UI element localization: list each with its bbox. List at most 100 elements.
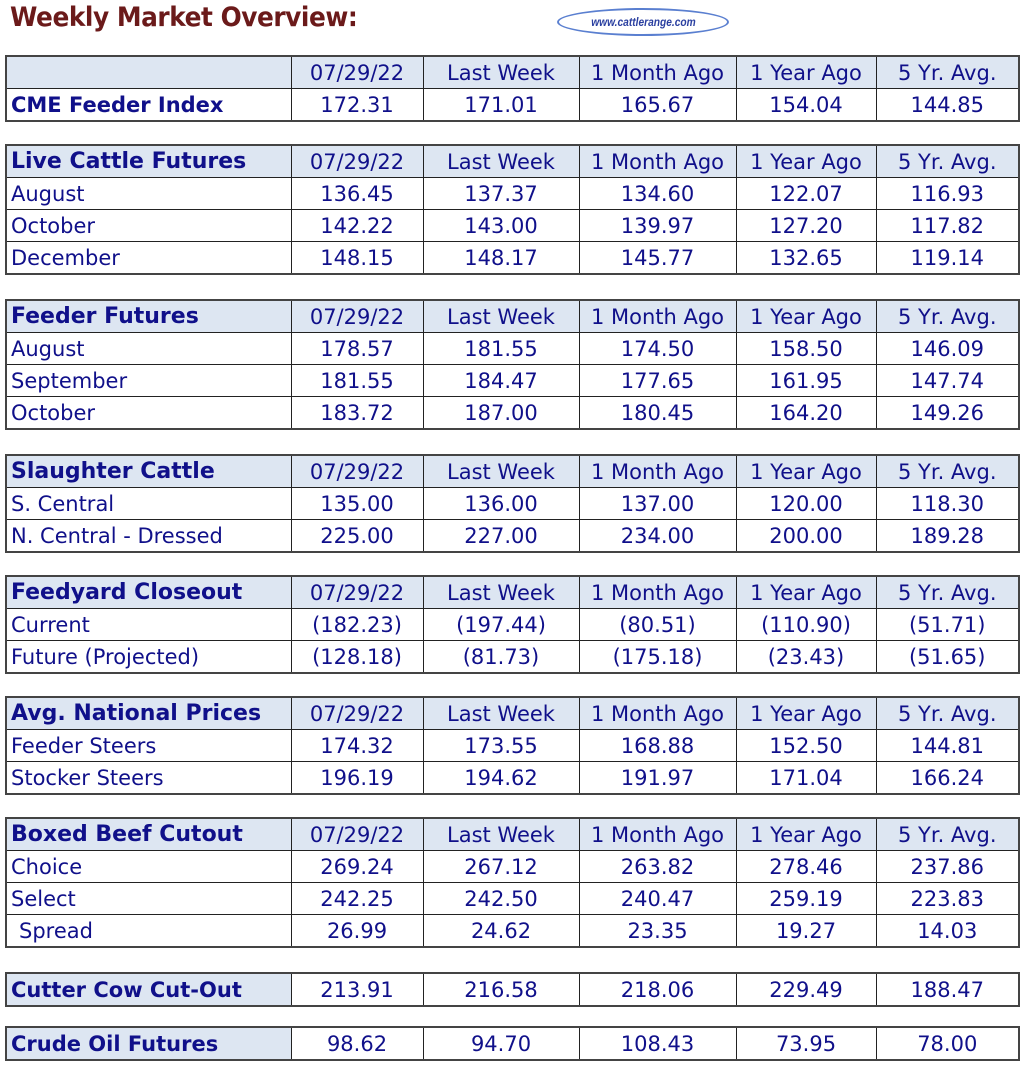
table-row: Feeder Steers 174.32 173.55 168.88 152.50 144…	[5, 729, 1020, 762]
value-cell: 149.26	[875, 396, 1020, 430]
boxed-beef-table: Boxed Beef Cutout 07/29/22 Last Week 1 Mont…	[5, 817, 1020, 948]
col-month-ago: 1 Month Ago	[578, 299, 737, 333]
row-label: Spread	[5, 914, 292, 948]
value-cell: (80.51)	[578, 608, 737, 641]
value-cell: 269.24	[290, 850, 424, 883]
value-cell: 144.85	[875, 88, 1020, 122]
value-cell: 136.45	[290, 177, 424, 210]
value-cell: 181.55	[290, 364, 424, 397]
value-cell: 229.49	[735, 972, 877, 1007]
value-cell: (182.23)	[290, 608, 424, 641]
value-cell: (51.65)	[875, 640, 1020, 674]
value-cell: 26.99	[290, 914, 424, 948]
value-cell: 237.86	[875, 850, 1020, 883]
table-row: CME Feeder Index 172.31 171.01 165.67 15…	[5, 88, 1020, 122]
value-cell: 144.81	[875, 729, 1020, 762]
table-row: August 136.45 137.37 134.60 122.07 116.93	[5, 177, 1020, 210]
value-cell: 187.00	[422, 396, 580, 430]
row-label: Crude Oil Futures	[5, 1026, 292, 1061]
table-row: Choice 269.24 267.12 263.82 278.46 237.86	[5, 850, 1020, 883]
col-last-week: Last Week	[422, 55, 580, 89]
value-cell: 242.25	[290, 882, 424, 915]
value-cell: 94.70	[422, 1026, 580, 1061]
value-cell: 127.20	[735, 209, 877, 242]
value-cell: 19.27	[735, 914, 877, 948]
col-year-ago: 1 Year Ago	[735, 817, 877, 851]
col-year-ago: 1 Year Ago	[735, 454, 877, 488]
value-cell: 23.35	[578, 914, 737, 948]
section-title: Slaughter Cattle	[5, 454, 292, 488]
col-last-week: Last Week	[422, 299, 580, 333]
value-cell: 174.50	[578, 332, 737, 365]
value-cell: 142.22	[290, 209, 424, 242]
cutter-cow-table: Cutter Cow Cut-Out 213.91 216.58 218.06 …	[5, 972, 1020, 1007]
section-title: Boxed Beef Cutout	[5, 817, 292, 851]
row-label: September	[5, 364, 292, 397]
value-cell: 78.00	[875, 1026, 1020, 1061]
feeder-futures-table: Feeder Futures 07/29/22 Last Week 1 Month A…	[5, 299, 1020, 430]
header-row: Feedyard Closeout 07/29/22 Last Week 1 Mont…	[5, 575, 1020, 609]
col-month-ago: 1 Month Ago	[578, 817, 737, 851]
value-cell: 200.00	[735, 519, 877, 553]
feedyard-closeout-table: Feedyard Closeout 07/29/22 Last Week 1 Mont…	[5, 575, 1020, 674]
col-date: 07/29/22	[290, 817, 424, 851]
value-cell: 267.12	[422, 850, 580, 883]
col-year-ago: 1 Year Ago	[735, 144, 877, 178]
col-date: 07/29/22	[290, 454, 424, 488]
value-cell: 164.20	[735, 396, 877, 430]
value-cell: 135.00	[290, 487, 424, 520]
value-cell: 184.47	[422, 364, 580, 397]
value-cell: 154.04	[735, 88, 877, 122]
col-year-ago: 1 Year Ago	[735, 299, 877, 333]
value-cell: (81.73)	[422, 640, 580, 674]
table-row: October 142.22 143.00 139.97 127.20 117.82	[5, 209, 1020, 242]
cattlerange-logo[interactable]: www.cattlerange.com	[557, 8, 729, 36]
table-row: Spread 26.99 24.62 23.35 19.27 14.03	[5, 914, 1020, 948]
value-cell: 118.30	[875, 487, 1020, 520]
value-cell: 278.46	[735, 850, 877, 883]
col-date: 07/29/22	[290, 696, 424, 730]
row-label: N. Central - Dressed	[5, 519, 292, 553]
value-cell: 108.43	[578, 1026, 737, 1061]
value-cell: 171.01	[422, 88, 580, 122]
value-cell: 178.57	[290, 332, 424, 365]
row-label: Cutter Cow Cut-Out	[5, 972, 292, 1007]
crude-oil-table: Crude Oil Futures 98.62 94.70 108.43 73.…	[5, 1026, 1020, 1061]
col-5yr-avg: 5 Yr. Avg.	[875, 696, 1020, 730]
value-cell: (128.18)	[290, 640, 424, 674]
logo-text: www.cattlerange.com	[590, 15, 696, 29]
table-row: Cutter Cow Cut-Out 213.91 216.58 218.06 …	[5, 972, 1020, 1007]
value-cell: 174.32	[290, 729, 424, 762]
col-year-ago: 1 Year Ago	[735, 575, 877, 609]
col-year-ago: 1 Year Ago	[735, 55, 877, 89]
row-label: Select	[5, 882, 292, 915]
value-cell: 216.58	[422, 972, 580, 1007]
value-cell: 227.00	[422, 519, 580, 553]
value-cell: 259.19	[735, 882, 877, 915]
col-5yr-avg: 5 Yr. Avg.	[875, 575, 1020, 609]
value-cell: 183.72	[290, 396, 424, 430]
table-row: September 181.55 184.47 177.65 161.95 147.74	[5, 364, 1020, 397]
col-month-ago: 1 Month Ago	[578, 144, 737, 178]
header-row: Feeder Futures 07/29/22 Last Week 1 Month A…	[5, 299, 1020, 333]
value-cell: 147.74	[875, 364, 1020, 397]
cme-feeder-table: 07/29/22 Last Week 1 Month Ago 1 Year Ag…	[5, 55, 1020, 122]
value-cell: 143.00	[422, 209, 580, 242]
row-label: CME Feeder Index	[5, 88, 292, 122]
value-cell: (197.44)	[422, 608, 580, 641]
slaughter-cattle-table: Slaughter Cattle 07/29/22 Last Week 1 Month…	[5, 454, 1020, 553]
value-cell: 120.00	[735, 487, 877, 520]
col-month-ago: 1 Month Ago	[578, 454, 737, 488]
national-prices-table: Avg. National Prices 07/29/22 Last Week 1 M…	[5, 696, 1020, 795]
section-title: Avg. National Prices	[5, 696, 292, 730]
value-cell: 117.82	[875, 209, 1020, 242]
table-row: Select 242.25 242.50 240.47 259.19 223.83	[5, 882, 1020, 915]
header-row: Live Cattle Futures 07/29/22 Last Week 1 Mo…	[5, 144, 1020, 178]
table-row: August 178.57 181.55 174.50 158.50 146.09	[5, 332, 1020, 365]
header-label	[5, 55, 292, 89]
header-row: Boxed Beef Cutout 07/29/22 Last Week 1 Mont…	[5, 817, 1020, 851]
value-cell: 173.55	[422, 729, 580, 762]
table-row: Future (Projected) (128.18) (81.73) (175.18…	[5, 640, 1020, 674]
row-label: S. Central	[5, 487, 292, 520]
col-month-ago: 1 Month Ago	[578, 55, 737, 89]
